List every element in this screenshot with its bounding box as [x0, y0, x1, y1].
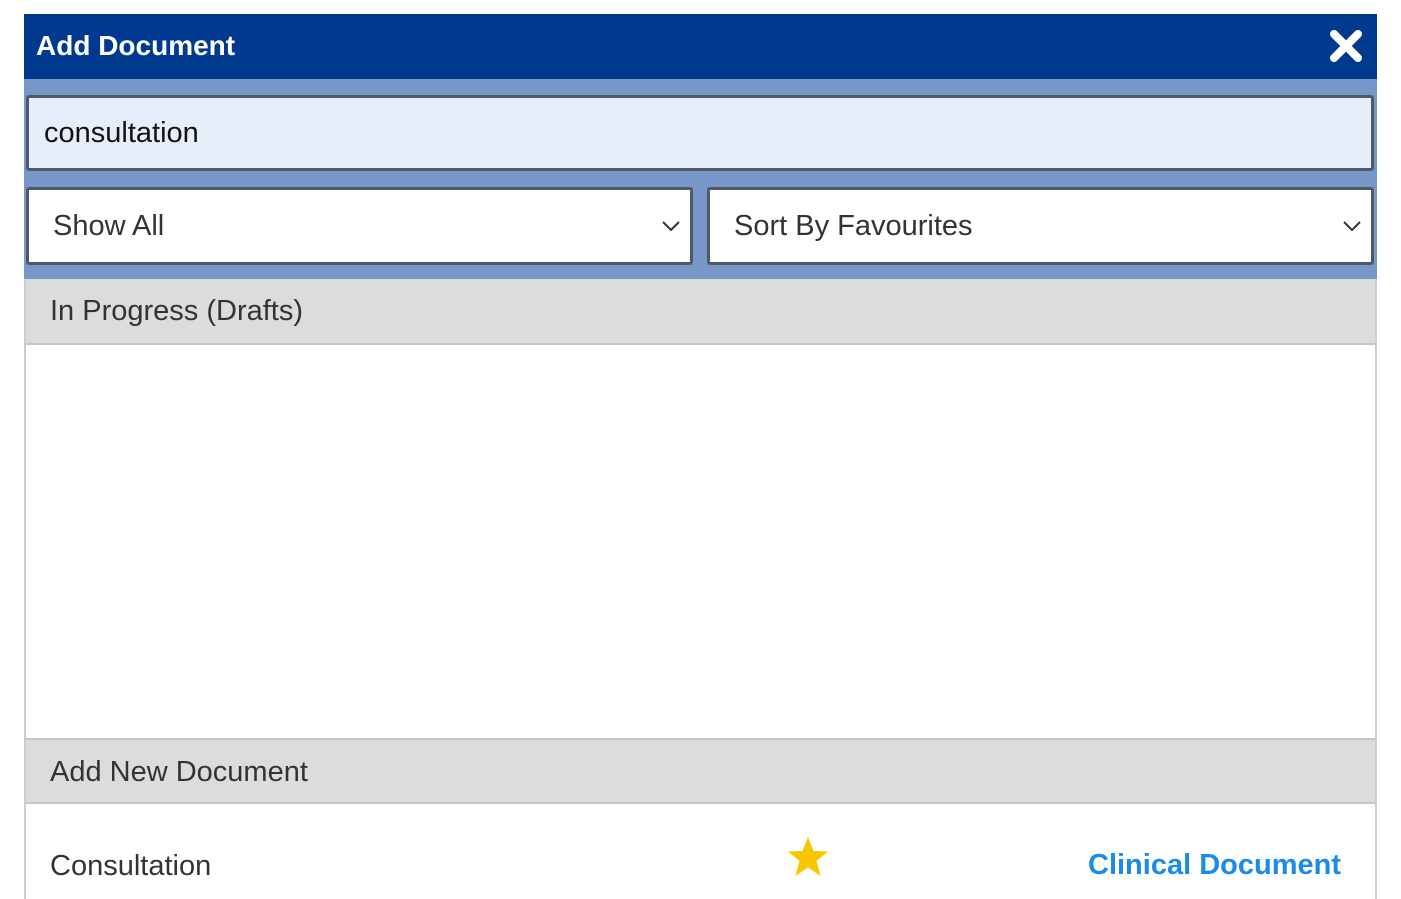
dialog-title: Add Document: [36, 30, 236, 61]
new-document-section-label: Add New Document: [50, 756, 308, 788]
filter-panel: Show All Sort By Favourites: [24, 79, 1377, 279]
drafts-section-header: In Progress (Drafts): [24, 279, 1377, 345]
close-icon[interactable]: [1327, 27, 1365, 65]
search-input[interactable]: [44, 98, 1344, 168]
show-filter-select[interactable]: Show All: [26, 187, 693, 265]
chevron-down-icon: [1341, 216, 1363, 236]
sort-value: Sort By Favourites: [734, 210, 973, 242]
document-name: Consultation: [50, 850, 212, 882]
search-box: [26, 95, 1374, 171]
add-document-dialog: Add Document Show All Sort By Favourites: [24, 14, 1377, 899]
dialog-titlebar: Add Document: [24, 14, 1377, 79]
drafts-list: [24, 345, 1377, 738]
sort-select[interactable]: Sort By Favourites: [707, 187, 1374, 265]
star-icon[interactable]: [786, 836, 830, 878]
drafts-section-label: In Progress (Drafts): [50, 295, 303, 327]
show-filter-value: Show All: [53, 210, 165, 242]
list-item[interactable]: Consultation Clinical Document: [24, 804, 1377, 899]
new-document-section-header: Add New Document: [24, 738, 1377, 804]
chevron-down-icon: [660, 216, 682, 236]
document-type-link[interactable]: Clinical Document: [1088, 847, 1341, 883]
